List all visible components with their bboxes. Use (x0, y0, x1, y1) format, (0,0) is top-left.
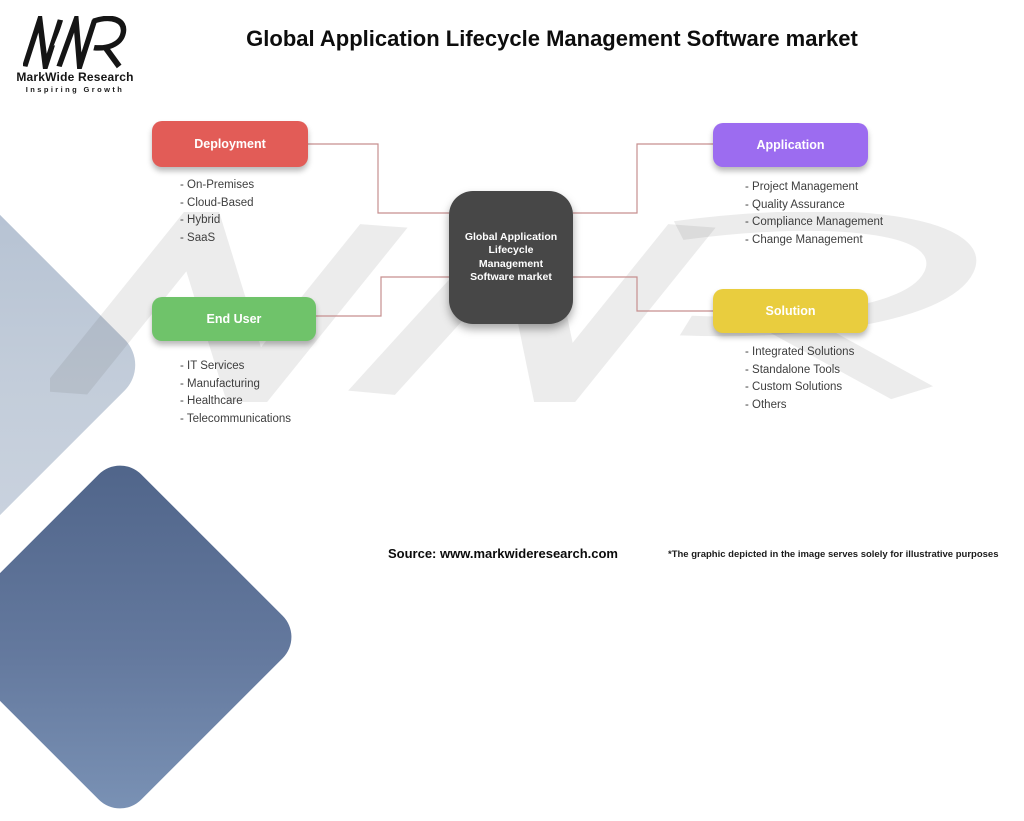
markwide-logo: MarkWide Research Inspiring Growth (16, 16, 134, 94)
center-line-4: Software market (470, 271, 552, 285)
end-user-items: IT Services Manufacturing Healthcare Tel… (180, 358, 291, 428)
list-item: Hybrid (180, 212, 254, 230)
mwr-logo-mark-icon (23, 16, 127, 69)
connector-deployment (308, 144, 449, 213)
node-deployment: Deployment (152, 121, 308, 167)
connector-enduser (316, 277, 449, 316)
list-item: Quality Assurance (745, 197, 883, 215)
list-item: Project Management (745, 179, 883, 197)
logo-name: MarkWide Research (16, 70, 134, 84)
solution-items: Integrated Solutions Standalone Tools Cu… (745, 344, 854, 414)
list-item: Integrated Solutions (745, 344, 854, 362)
list-item: SaaS (180, 230, 254, 248)
center-line-2: Lifecycle (489, 244, 534, 258)
logo-tagline: Inspiring Growth (16, 85, 134, 94)
list-item: Others (745, 397, 854, 415)
connector-solution (573, 277, 713, 311)
center-line-3: Management (479, 258, 543, 272)
list-item: IT Services (180, 358, 291, 376)
node-application-label: Application (756, 138, 824, 152)
node-solution-label: Solution (766, 304, 816, 318)
center-line-1: Global Application (465, 231, 557, 245)
list-item: Cloud-Based (180, 195, 254, 213)
list-item: Manufacturing (180, 376, 291, 394)
list-item: On-Premises (180, 177, 254, 195)
connector-application (573, 144, 713, 213)
disclaimer-text: *The graphic depicted in the image serve… (668, 549, 999, 560)
node-application: Application (713, 123, 868, 167)
node-end-user-label: End User (207, 312, 262, 326)
page-title: Global Application Lifecycle Management … (120, 26, 984, 52)
list-item: Telecommunications (180, 411, 291, 429)
node-center-market: Global Application Lifecycle Management … (449, 191, 573, 324)
node-deployment-label: Deployment (194, 137, 266, 151)
list-item: Healthcare (180, 393, 291, 411)
list-item: Custom Solutions (745, 379, 854, 397)
node-end-user: End User (152, 297, 316, 341)
deployment-items: On-Premises Cloud-Based Hybrid SaaS (180, 177, 254, 247)
list-item: Standalone Tools (745, 362, 854, 380)
source-text: Source: www.markwideresearch.com (293, 546, 713, 561)
list-item: Compliance Management (745, 214, 883, 232)
list-item: Change Management (745, 232, 883, 250)
application-items: Project Management Quality Assurance Com… (745, 179, 883, 249)
node-solution: Solution (713, 289, 868, 333)
